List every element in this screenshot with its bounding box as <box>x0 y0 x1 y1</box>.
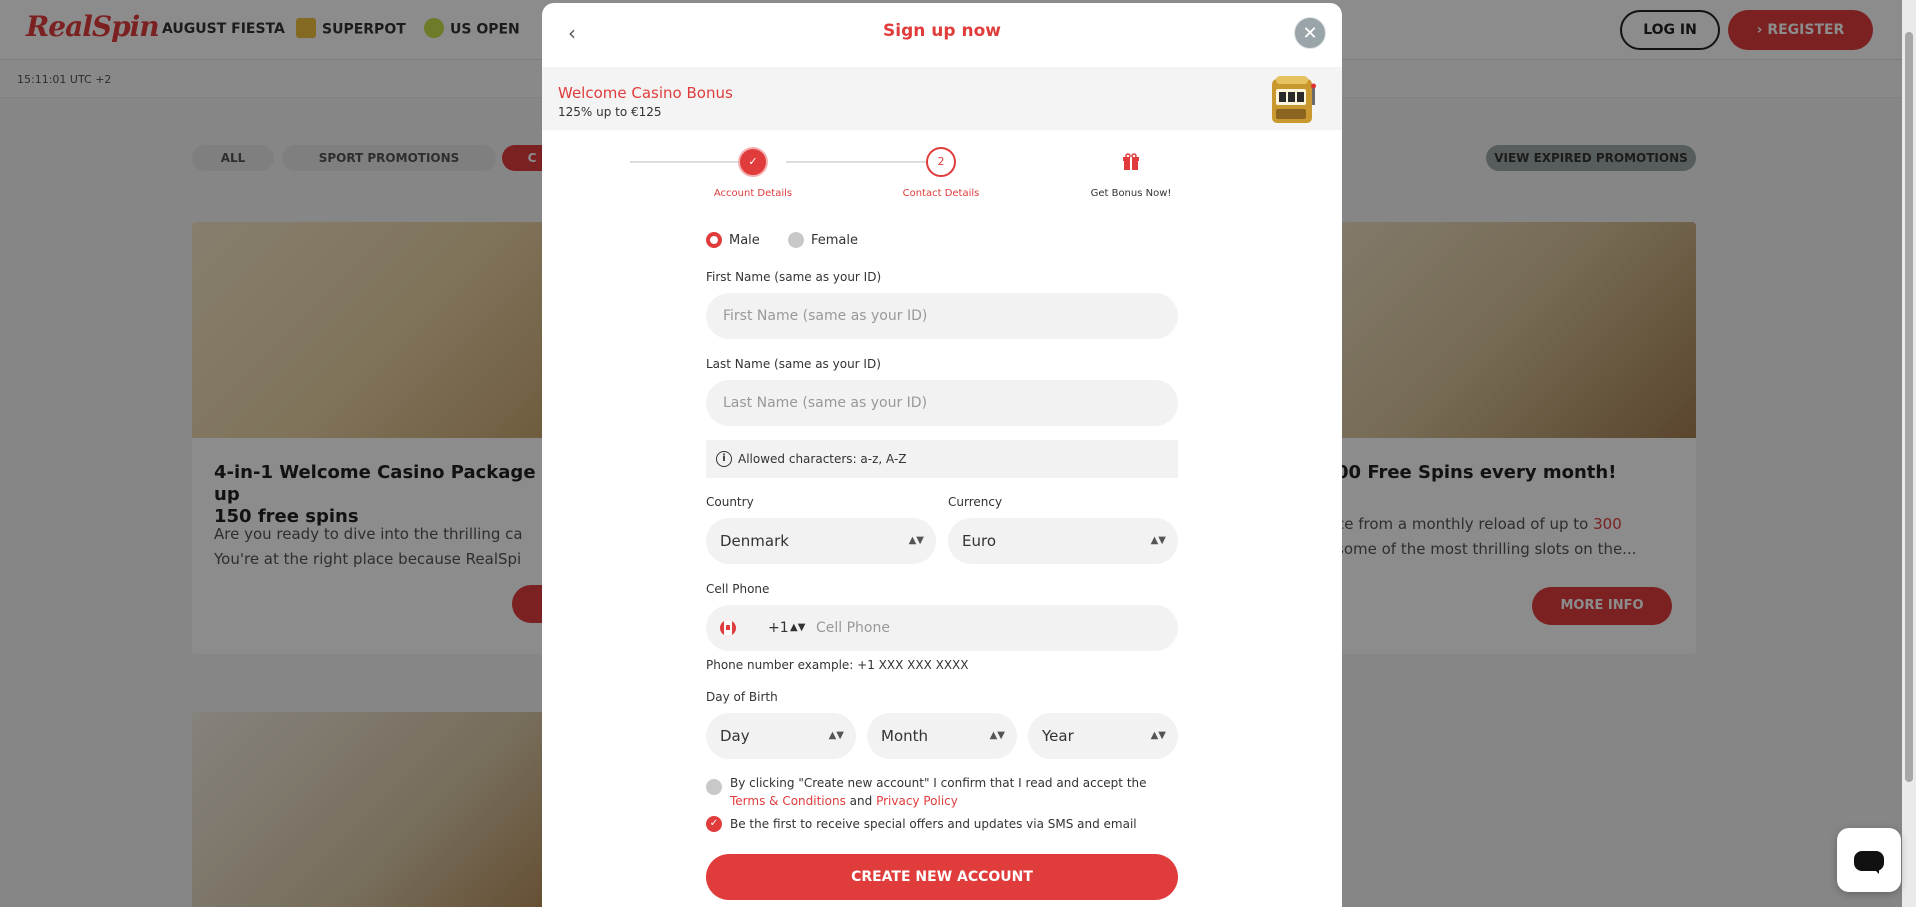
currency-label: Currency <box>948 495 1003 509</box>
gender-female-option[interactable]: Female <box>787 231 858 248</box>
terms-link[interactable]: Terms & Conditions <box>730 794 846 808</box>
offers-text: Be the first to receive special offers a… <box>730 817 1137 831</box>
cell-phone-label: Cell Phone <box>706 582 770 596</box>
privacy-link[interactable]: Privacy Policy <box>876 794 958 808</box>
scrollbar-thumb[interactable] <box>1905 32 1913 782</box>
month-select[interactable]: Month ▲▼ <box>867 713 1017 759</box>
allowed-characters-hint: i Allowed characters: a-z, A-Z <box>706 440 1178 478</box>
country-code[interactable]: +1 <box>768 605 789 651</box>
step-2-label: Contact Details <box>902 188 980 199</box>
day-select[interactable]: Day ▲▼ <box>706 713 856 759</box>
cell-phone-field[interactable]: +1 ▲▼ Cell Phone <box>706 605 1178 651</box>
terms-text: By clicking "Create new account" I confi… <box>730 774 1170 810</box>
year-select[interactable]: Year ▲▼ <box>1028 713 1178 759</box>
dob-label: Day of Birth <box>706 690 778 704</box>
modal-header: ‹ Sign up now ✕ <box>542 3 1342 66</box>
hint-text: Allowed characters: a-z, A-Z <box>738 452 907 466</box>
step-3-label: Get Bonus Now! <box>1090 188 1172 199</box>
phone-example: Phone number example: +1 XXX XXX XXXX <box>706 658 969 672</box>
step-1-label: Account Details <box>713 188 793 199</box>
gender-male-option[interactable]: Male <box>706 231 760 248</box>
country-value: Denmark <box>720 532 789 550</box>
signup-steps: ✓ 2 Account Details Contact Details Get … <box>542 145 1342 205</box>
step-connector <box>786 161 932 163</box>
terms-text-main: By clicking "Create new account" I confi… <box>730 776 1147 790</box>
last-name-label: Last Name (same as your ID) <box>706 357 881 371</box>
radio-selected-icon[interactable] <box>706 231 722 248</box>
select-arrows-icon: ▲▼ <box>989 730 1005 741</box>
country-label: Country <box>706 495 754 509</box>
terms-and: and <box>849 794 873 808</box>
country-code-arrows-icon[interactable]: ▲▼ <box>790 605 805 651</box>
bonus-banner: Welcome Casino Bonus 125% up to €125 <box>542 67 1342 130</box>
first-name-input[interactable]: First Name (same as your ID) <box>706 293 1178 339</box>
info-icon: i <box>716 451 732 467</box>
cell-phone-input[interactable]: Cell Phone <box>816 605 890 651</box>
country-select[interactable]: Denmark ▲▼ <box>706 518 936 564</box>
bonus-subtitle: 125% up to €125 <box>558 105 662 119</box>
chat-bubble-icon <box>1854 851 1884 871</box>
select-arrows-icon: ▲▼ <box>908 535 924 546</box>
create-account-button[interactable]: CREATE NEW ACCOUNT <box>706 854 1178 900</box>
slot-machine-icon <box>1272 76 1316 123</box>
canada-flag-icon[interactable] <box>720 620 736 636</box>
gender-male-label: Male <box>729 233 760 248</box>
bonus-title: Welcome Casino Bonus <box>558 84 733 102</box>
select-arrows-icon: ▲▼ <box>1150 730 1166 741</box>
modal-title: Sign up now <box>883 21 1001 41</box>
gift-icon <box>1116 147 1146 177</box>
terms-checkbox[interactable] <box>706 779 722 795</box>
currency-value: Euro <box>962 532 996 550</box>
currency-select[interactable]: Euro ▲▼ <box>948 518 1178 564</box>
signup-modal: ‹ Sign up now ✕ Welcome Casino Bonus 125… <box>542 3 1342 907</box>
offers-checkbox-check-icon[interactable]: ✓ <box>706 816 722 832</box>
last-name-input[interactable]: Last Name (same as your ID) <box>706 380 1178 426</box>
first-name-label: First Name (same as your ID) <box>706 270 882 284</box>
step-2-circle[interactable]: 2 <box>926 147 956 177</box>
chat-button[interactable] <box>1837 828 1901 892</box>
gender-selector: Male Female <box>706 231 858 248</box>
step-1-check-icon[interactable]: ✓ <box>738 147 768 177</box>
close-icon[interactable]: ✕ <box>1294 17 1326 49</box>
year-value: Year <box>1042 727 1074 745</box>
month-value: Month <box>881 727 929 745</box>
scrollbar[interactable] <box>1902 0 1916 907</box>
gender-female-label: Female <box>810 233 858 248</box>
select-arrows-icon: ▲▼ <box>828 730 844 741</box>
select-arrows-icon: ▲▼ <box>1150 535 1166 546</box>
radio-unselected-icon[interactable] <box>787 231 804 248</box>
day-value: Day <box>720 727 750 745</box>
